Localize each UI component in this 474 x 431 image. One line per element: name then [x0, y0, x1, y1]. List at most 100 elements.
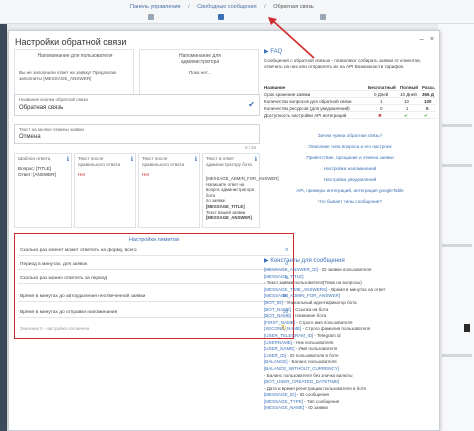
- constant-key: [BALANCE]: [264, 359, 288, 365]
- admin-answer-text-card[interactable]: Текст после правильного ответа Нет ℹ: [138, 153, 200, 228]
- constant-key: [BALANCE_WITHOUT_CURRENCY]: [264, 365, 340, 371]
- answer-template-card[interactable]: Шаблон ответа Вопрос: [TITLE] Ответ: [AN…: [14, 153, 72, 228]
- constant-item[interactable]: - Текст заявки пользователя(Тема на вопр…: [264, 280, 436, 287]
- limit-row-label: Период в минутах, для заявок: [20, 262, 88, 267]
- cancel-button-value: Отмена: [19, 134, 41, 140]
- faq-link[interactable]: API, примеры интеграций, интеграция goog…: [264, 185, 436, 196]
- limit-row-label: Время в минутах до отправки напоминания: [20, 310, 118, 315]
- constant-key: [USER_ID]: [264, 352, 287, 358]
- info-icon[interactable]: ℹ: [131, 156, 133, 163]
- constant-description: - ID заявки: [304, 405, 328, 411]
- constant-item[interactable]: [MESSAGE_ADMIN_FOR_ANSWER]: [264, 293, 436, 300]
- constant-item[interactable]: [FIRST_NAME] - Строго имя пользователя: [264, 320, 436, 327]
- user-answer-text-card[interactable]: Текст после правильного ответа Нет ℹ: [74, 153, 136, 228]
- constant-description: - Ссылка на бота: [291, 306, 329, 312]
- constant-key: [USER_NAME]: [264, 346, 295, 352]
- constant-item[interactable]: [USER_TELEGRAM_ID] - Telegram id: [264, 333, 436, 340]
- button-name-label: Название кнопки обратной связи: [19, 97, 88, 102]
- constant-key: [USERNAME]: [264, 339, 293, 345]
- constant-description: - Баланс пользователя без значка валюты: [264, 372, 353, 378]
- constant-key: [MESSAGE_TITLE]: [264, 273, 304, 279]
- constant-item[interactable]: [MESSAGE_TYPE] - Тип сообщения: [264, 399, 436, 406]
- char-counter: 0 / 64: [245, 145, 257, 150]
- info-icon[interactable]: ℹ: [195, 156, 197, 163]
- admin-reminder-text: Пока нет...: [188, 70, 212, 75]
- constant-description: - Строго фамилия пользователя: [301, 326, 371, 332]
- answer-template-line: Ответ: [ANSWER]: [18, 172, 56, 177]
- faq-heading: ▶ FAQ: [264, 49, 283, 55]
- constant-item[interactable]: [USER_NAME] - Имя пользователя: [264, 346, 436, 353]
- answer-template-header: Шаблон ответа: [18, 156, 51, 161]
- faq-link[interactable]: Настройка уведомлений: [264, 174, 436, 185]
- constant-item[interactable]: [USERNAME] - Ник пользователя: [264, 340, 436, 347]
- constant-item[interactable]: [BOT_USER_CREATED_DATETIME]: [264, 379, 436, 386]
- limit-row[interactable]: Сколько раз клиент может ответить на фор…: [18, 246, 290, 256]
- tariff-row: Количество вопросов для обратной связи 1…: [264, 98, 436, 105]
- constant-item[interactable]: [BALANCE_WITHOUT_CURRENCY]: [264, 366, 436, 373]
- faq-link[interactable]: Зачем нужна обратная связь?: [264, 130, 436, 141]
- constant-item[interactable]: [BOT_NAME] - Ссылка на бота: [264, 307, 436, 314]
- constant-item[interactable]: [BOT_ID] - Уникальный идентификатор бота: [264, 300, 436, 307]
- constant-key: [MESSAGE_ID]: [264, 392, 296, 398]
- constant-item[interactable]: [USER_ID] - ID пользователя в боте: [264, 353, 436, 360]
- breadcrumb-item[interactable]: Панель управления: [130, 4, 181, 10]
- info-icon[interactable]: ℹ: [255, 156, 257, 163]
- constant-description: - Тип сообщения: [303, 398, 340, 404]
- constant-item[interactable]: - Дата и время регистрации пользователя …: [264, 386, 436, 393]
- constant-item[interactable]: [MESSAGE_ID] - ID сообщения: [264, 392, 436, 399]
- constant-description: - ID заявки пользователя: [318, 267, 372, 272]
- feedback-settings-modal: Настройки обратной связи – × Напоминание…: [8, 30, 440, 431]
- constant-description: - Название бота: [291, 313, 327, 319]
- limit-row[interactable]: Период в минутах, для заявок 0: [18, 260, 290, 270]
- constant-description: - Текст заявки пользователя(Тема на вопр…: [264, 280, 362, 286]
- constant-item[interactable]: [BOT_NAME] - Название бота: [264, 313, 436, 320]
- close-button[interactable]: ×: [430, 36, 434, 43]
- constant-item[interactable]: [MESSAGE_NAME] - ID заявки: [264, 405, 436, 412]
- constants-panel: ▶ Константы для сообщения [MESSAGE_ANSWE…: [264, 257, 436, 429]
- breadcrumb-item[interactable]: Свободные сообщения: [197, 4, 256, 10]
- info-icon[interactable]: ℹ: [67, 156, 69, 163]
- limit-row[interactable]: Время в минутах до отправки напоминания …: [18, 308, 290, 318]
- constants-list: [MESSAGE_ANSWER_ID] - ID заявки пользова…: [264, 267, 436, 412]
- breadcrumb: Панель управления / Свободные сообщения …: [130, 4, 314, 10]
- faq-link[interactable]: Что бывает типы сообщения?: [264, 196, 436, 207]
- button-name-field[interactable]: Название кнопки обратной связи Обратная …: [14, 94, 260, 116]
- limit-note-row: Значение 0 - настройка отключена ↻: [18, 324, 290, 334]
- faq-link[interactable]: Приветствие, прощание и отмена заявки: [264, 152, 436, 163]
- constant-item[interactable]: - Баланс пользователя без значка валюты: [264, 373, 436, 380]
- constant-item[interactable]: [MESSAGE_TIME_ANSWERS] - Время в минутах…: [264, 287, 436, 294]
- chat-icon[interactable]: [218, 14, 224, 20]
- faq-link[interactable]: Описание типа вопроса и его настроек: [264, 141, 436, 152]
- admin-reminder-title: Напоминание для администратора: [179, 53, 221, 65]
- constant-key: [FIRST_NAME]: [264, 319, 296, 325]
- constant-item[interactable]: [MESSAGE_TITLE]: [264, 274, 436, 281]
- limits-title: Настройки лимитов: [128, 237, 180, 243]
- menu-icon[interactable]: [148, 14, 154, 20]
- faq-link[interactable]: Настройка напоминаний: [264, 163, 436, 174]
- constant-description: - ID сообщения: [295, 392, 329, 398]
- admin-reply-line: [MESSAGE_ANSWER]: [206, 215, 252, 221]
- faq-text: Сообщения с обратной связью - позволяют …: [264, 58, 421, 69]
- check-icon[interactable]: ✔: [248, 100, 255, 109]
- user-reminder-text: Вы не заполнили ответ на заявку! Предлаг…: [19, 70, 117, 81]
- constant-description: - Строго имя пользователя: [295, 319, 353, 325]
- constant-item[interactable]: [BALANCE] - Баланс пользователя: [264, 359, 436, 366]
- constant-description: - Время в минутах на ответ: [327, 286, 386, 292]
- constant-description: - Уникальный идентификатор бота: [282, 299, 357, 305]
- limit-row[interactable]: Время в минутах до автоудаления неотвече…: [18, 292, 290, 302]
- constant-key: [BOT_USER_CREATED_DATETIME]: [264, 379, 340, 385]
- constant-description: - ID пользователя в боте: [286, 352, 339, 358]
- constant-item[interactable]: [SECOND_NAME] - Строго фамилия пользоват…: [264, 326, 436, 333]
- check-icon: ✔: [424, 113, 428, 118]
- constant-item[interactable]: [MESSAGE_ANSWER_ID] - ID заявки пользова…: [264, 267, 436, 274]
- minimize-button[interactable]: –: [420, 36, 424, 43]
- cancel-button-field[interactable]: Текст на кнопке отмены заявки Отмена: [14, 124, 260, 144]
- constants-icon: ▶: [264, 258, 269, 264]
- users-icon[interactable]: [320, 14, 326, 20]
- limit-row-label: Сколько раз клиент может ответить на фор…: [20, 248, 137, 253]
- admin-reply-card[interactable]: Текст в ответ администратору бота [MESSA…: [202, 153, 279, 228]
- limit-note: Значение 0 - настройка отключена: [20, 326, 90, 331]
- top-bar: Панель управления / Свободные сообщения …: [0, 0, 474, 24]
- limit-row[interactable]: Сколько раз можно ответить за период 0: [18, 274, 290, 284]
- constant-key: [MESSAGE_TIME_ANSWERS]: [264, 286, 328, 292]
